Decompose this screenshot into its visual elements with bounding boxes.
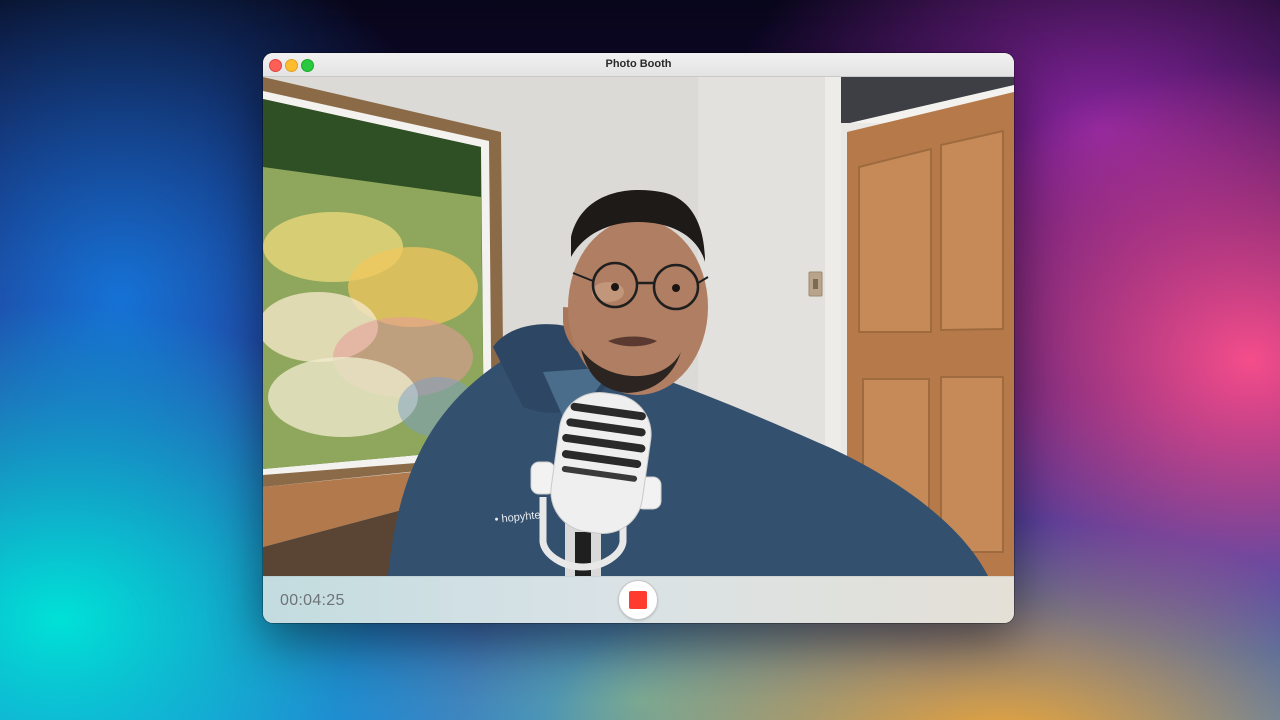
stop-square-icon [629,591,647,609]
control-bar: 00:04:25 [263,576,1014,623]
photo-booth-window: Photo Booth • hopyhte 00:04:25 [263,53,1014,623]
desktop-wallpaper: Photo Booth • hopyhte 00:04:25 [0,0,1280,720]
camera-feed-image: • hopyhte [263,77,1014,576]
recording-timer: 00:04:25 [280,592,345,609]
stop-recording-button[interactable] [618,580,658,620]
camera-preview: • hopyhte [263,77,1014,576]
window-title: Photo Booth [605,58,672,70]
title-bar[interactable]: Photo Booth [263,53,1014,77]
